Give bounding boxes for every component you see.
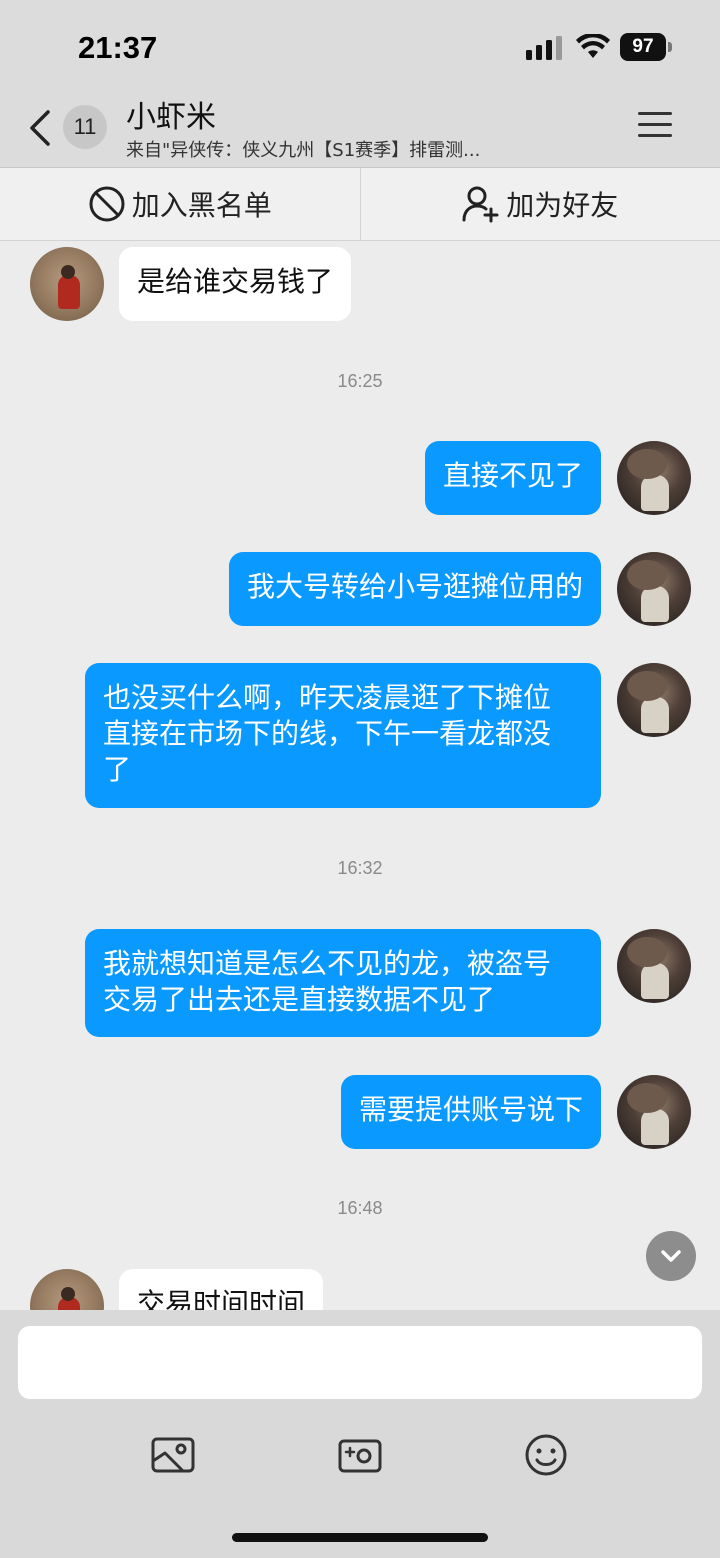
message-line: 交易了出去还是直接数据不见了 (103, 983, 496, 1016)
message-line: 直接在市场下的线，下午一看龙都没 (103, 717, 552, 750)
my-avatar[interactable] (617, 1075, 691, 1149)
timestamp: 16:25 (337, 371, 383, 391)
contact-avatar[interactable] (30, 1269, 104, 1310)
my-avatar[interactable] (617, 929, 691, 1003)
wifi-icon (576, 34, 610, 58)
message-bubble[interactable]: 是给谁交易钱了 (119, 247, 352, 321)
scroll-to-bottom-button[interactable] (646, 1231, 696, 1281)
message-bubble[interactable]: 直接不见了 (424, 441, 601, 515)
status-bar: 21:37 97 (0, 0, 720, 88)
blacklist-button[interactable]: 加入黑名单 (0, 168, 361, 240)
action-bar: 加入黑名单 加为好友 (0, 168, 720, 241)
add-friend-button[interactable]: 加为好友 (361, 168, 720, 240)
emoji-icon[interactable] (522, 1431, 570, 1479)
blacklist-label: 加入黑名单 (131, 189, 272, 222)
signal-icon (526, 36, 562, 60)
battery-level: 97 (620, 33, 666, 61)
message-bubble[interactable]: 我大号转给小号逛摊位用的 (228, 552, 601, 626)
message-input[interactable] (18, 1326, 702, 1399)
contact-avatar[interactable] (30, 247, 104, 321)
chat-messages[interactable]: 是给谁交易钱了 16:25 直接不见了 我大号转给小号逛摊位用的 也没买什么啊，… (0, 241, 720, 1310)
chevron-left-icon[interactable] (24, 106, 56, 150)
battery-icon: 97 (620, 33, 672, 61)
message-bubble[interactable]: 我就想知道是怎么不见的龙，被盗号 交易了出去还是直接数据不见了 (85, 929, 601, 1037)
timestamp: 16:32 (337, 858, 383, 878)
add-user-icon (462, 186, 499, 223)
chevron-down-icon (661, 1250, 681, 1262)
unread-count-badge[interactable]: 11 (63, 105, 107, 149)
image-icon[interactable] (149, 1431, 197, 1479)
message-bubble[interactable]: 需要提供账号说下 (340, 1075, 601, 1149)
my-avatar[interactable] (617, 663, 691, 737)
my-avatar[interactable] (617, 441, 691, 515)
home-indicator[interactable] (232, 1533, 488, 1542)
input-area (0, 1310, 720, 1558)
message-bubble[interactable]: 交易时间时间 (119, 1269, 324, 1310)
status-time: 21:37 (78, 30, 158, 65)
message-line: 我就想知道是怎么不见的龙，被盗号 (103, 947, 552, 980)
block-icon (89, 186, 125, 222)
chat-header: 11 小虾米 来自"异侠传：侠义九州【S1赛季】排雷测... (0, 88, 720, 168)
contact-name: 小虾米 (126, 100, 216, 135)
message-line: 了 (103, 753, 132, 786)
message-bubble[interactable]: 也没买什么啊，昨天凌晨逛了下摊位 直接在市场下的线，下午一看龙都没 了 (85, 663, 601, 808)
hamburger-menu-icon[interactable] (638, 112, 672, 142)
my-avatar[interactable] (617, 552, 691, 626)
message-line: 也没买什么啊，昨天凌晨逛了下摊位 (103, 681, 552, 714)
timestamp: 16:48 (337, 1198, 383, 1218)
add-friend-label: 加为好友 (506, 189, 619, 222)
camera-icon[interactable] (336, 1431, 384, 1479)
contact-source: 来自"异侠传：侠义九州【S1赛季】排雷测... (126, 140, 481, 161)
